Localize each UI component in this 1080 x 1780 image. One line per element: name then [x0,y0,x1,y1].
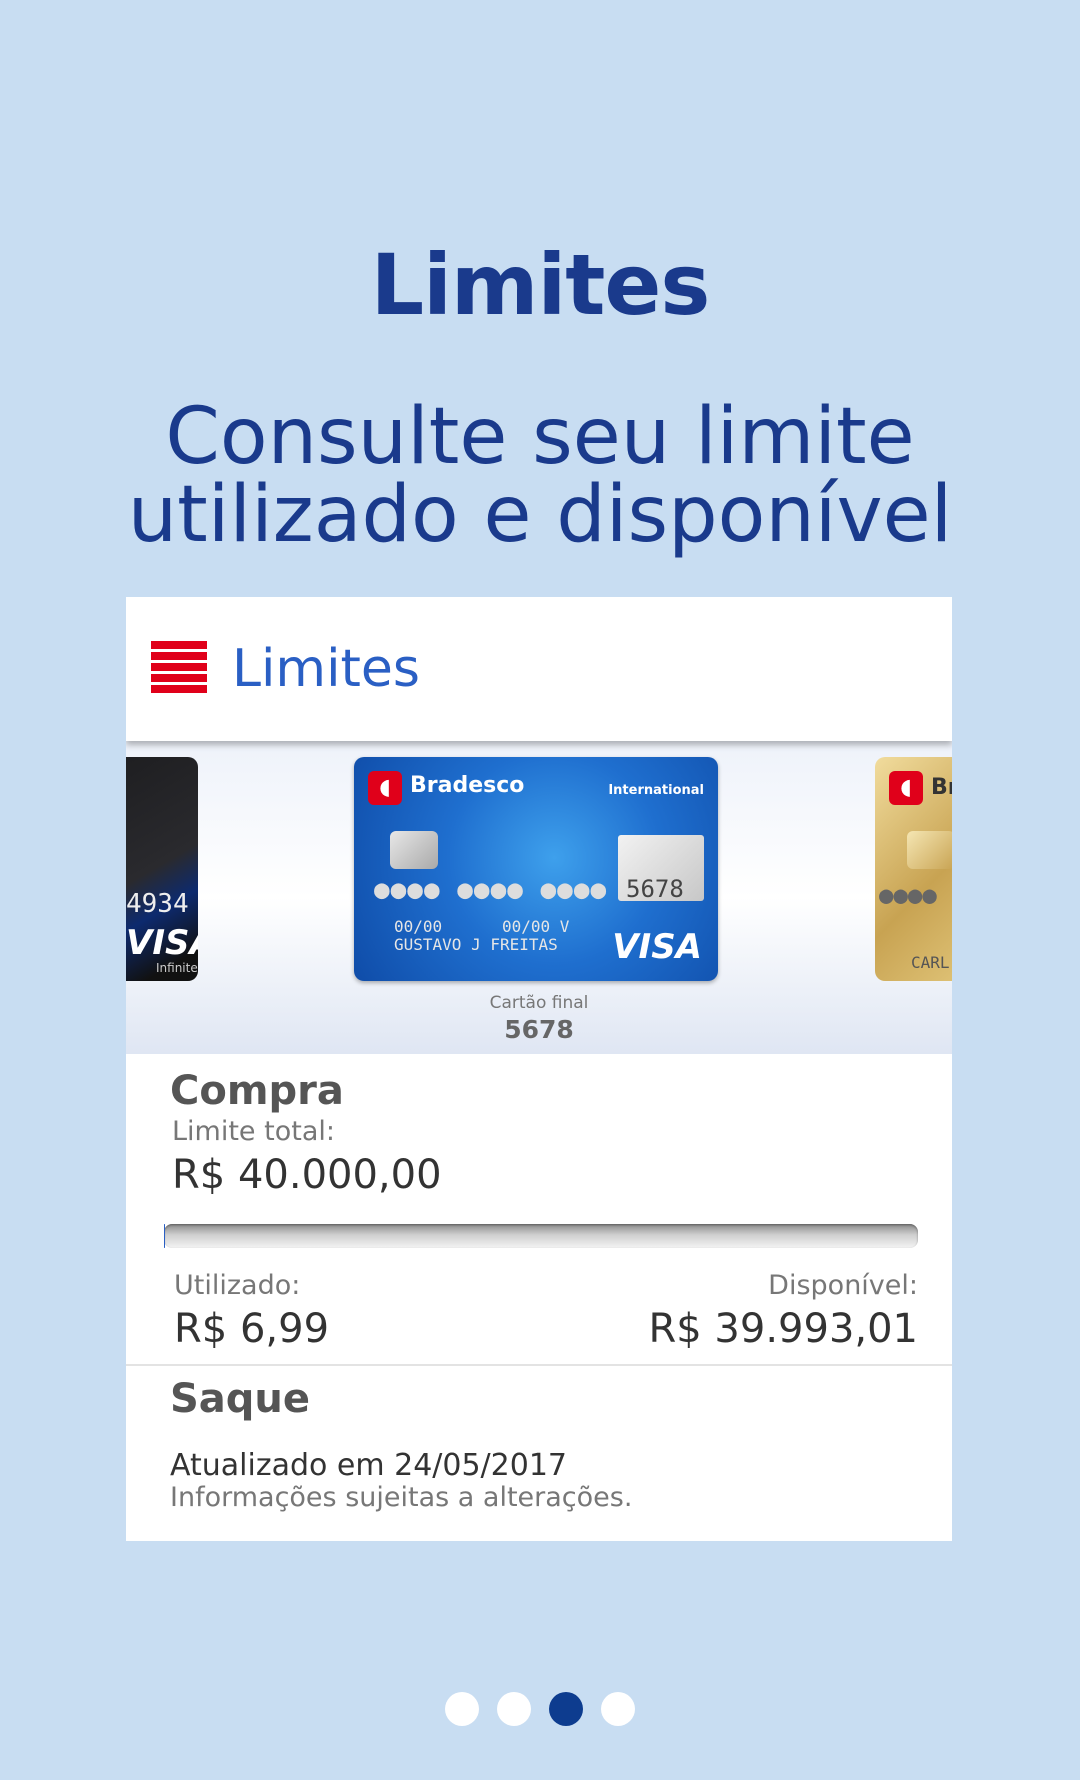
available-value: R$ 39.993,01 [648,1306,918,1352]
limit-total-label: Limite total: [172,1116,335,1147]
card-left-visa-logo: VISA [126,923,198,963]
card-label: International [608,783,704,798]
card-left[interactable]: 4934 VISA Infinite [126,757,198,981]
card-selected[interactable]: ◖ Bradesco International ●●●● ●●●● ●●●● … [354,757,718,981]
app-bar-title: Limites [232,639,420,699]
pagination-dot[interactable] [497,1692,531,1726]
card-right-holder: CARL [911,953,950,972]
saque-section: Saque Atualizado em 24/05/2017 Informaçõ… [126,1366,952,1541]
saque-title: Saque [170,1376,311,1422]
bradesco-logo-icon: ◖ [889,771,923,805]
card-valid-to: 00/00 V [502,917,570,936]
app-bar: Limites [126,597,952,741]
bradesco-logo-icon: ◖ [368,771,402,805]
phone-screenshot: Limites 4934 VISA Infinite ◖ Bradesco In… [126,597,952,1541]
promo-subtitle: Consulte seu limite utilizado e disponív… [0,398,1080,554]
pagination-dots [0,1692,1080,1726]
card-visa-logo: VISA [612,927,702,967]
promo-subtitle-line2: utilizado e disponível [127,470,953,560]
compra-section: Compra Limite total: R$ 40.000,00 Utiliz… [126,1054,952,1370]
card-left-tier: Infinite [156,961,198,975]
card-holder: GUSTAVO J FREITAS [394,935,558,954]
card-number: ●●●● ●●●● ●●●● [374,875,608,905]
available-label: Disponível: [768,1270,918,1301]
card-bank-name: Bradesco [410,773,525,798]
card-valid-from: 00/00 [394,917,443,936]
updated-date: Atualizado em 24/05/2017 [170,1448,568,1483]
limit-total-value: R$ 40.000,00 [172,1152,442,1198]
card-left-number: 4934 [126,889,189,919]
pagination-dot[interactable] [549,1692,583,1726]
used-value: R$ 6,99 [174,1306,330,1352]
limit-usage-bar [164,1224,918,1248]
pagination-dot[interactable] [601,1692,635,1726]
promo-title: Limites [370,236,711,334]
card-right[interactable]: ◖ Br ●●●● CARL [875,757,952,981]
card-final-label: Cartão final [489,993,589,1013]
info-disclaimer: Informações sujeitas a alterações. [170,1482,633,1513]
chip-icon [390,831,438,869]
card-right-bank: Br [931,775,952,800]
promo-subtitle-line1: Consulte seu limite [165,392,915,482]
chip-icon [907,831,952,869]
pagination-dot[interactable] [445,1692,479,1726]
card-last-digits: 5678 [626,875,684,903]
card-carousel[interactable]: 4934 VISA Infinite ◖ Bradesco Internatio… [126,741,952,1054]
hamburger-menu-icon[interactable] [151,641,207,693]
card-final-number: 5678 [504,1015,574,1044]
used-label: Utilizado: [174,1270,301,1301]
compra-title: Compra [170,1068,344,1114]
card-right-number: ●●●● [879,881,937,909]
